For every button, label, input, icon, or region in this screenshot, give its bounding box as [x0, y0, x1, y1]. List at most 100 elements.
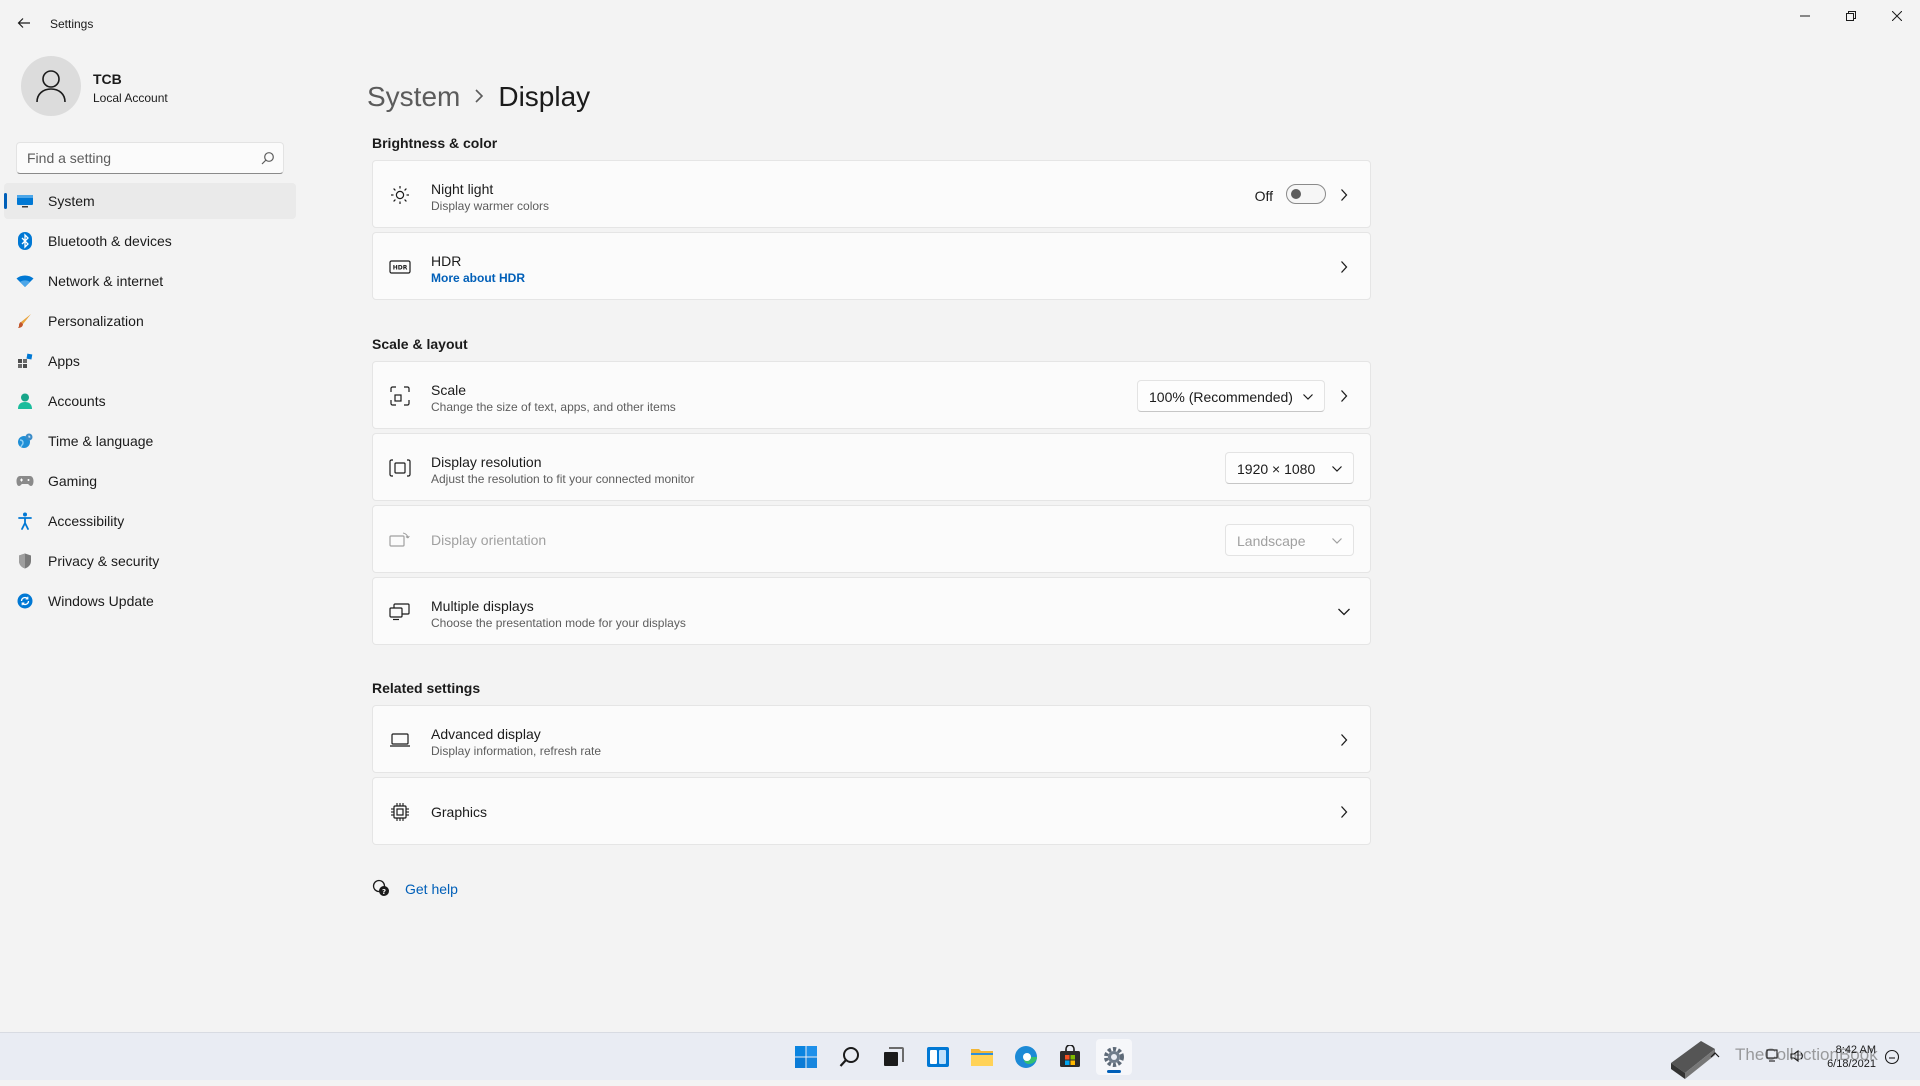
search-icon[interactable] [261, 151, 275, 170]
sidebar-item-apps[interactable]: Apps [4, 343, 296, 379]
start-button[interactable] [788, 1039, 824, 1075]
hdr-card[interactable]: HDR HDR More about HDR [372, 232, 1371, 300]
chevron-down-icon [1331, 462, 1343, 478]
scale-card[interactable]: Scale Change the size of text, apps, and… [372, 361, 1371, 429]
night-light-state: Off [1254, 188, 1273, 204]
chevron-down-icon [1302, 390, 1314, 406]
hdr-icon: HDR [389, 257, 411, 277]
chevron-right-icon [1336, 259, 1352, 275]
shield-icon [16, 552, 34, 570]
scale-subtitle: Change the size of text, apps, and other… [431, 400, 676, 414]
chip-icon [389, 802, 411, 822]
edge-browser-icon [1015, 1046, 1037, 1068]
sidebar-item-windows-update[interactable]: Windows Update [4, 583, 296, 619]
file-explorer-button[interactable] [964, 1039, 1000, 1075]
sidebar-item-network-internet[interactable]: Network & internet [4, 263, 296, 299]
volume-icon[interactable] [1790, 1049, 1806, 1068]
sidebar-item-accounts[interactable]: Accounts [4, 383, 296, 419]
settings-taskbar-button[interactable] [1096, 1039, 1132, 1075]
multiple-displays-icon [389, 602, 411, 622]
sidebar-item-bluetooth-devices[interactable]: Bluetooth & devices [4, 223, 296, 259]
display-resolution-card[interactable]: Display resolution Adjust the resolution… [372, 433, 1371, 501]
sun-icon [389, 185, 411, 205]
sidebar-item-personalization[interactable]: Personalization [4, 303, 296, 339]
search-input[interactable] [17, 143, 247, 173]
scale-icon [389, 386, 411, 406]
multiple-displays-title: Multiple displays [431, 598, 534, 614]
orientation-dropdown: Landscape [1225, 524, 1354, 556]
orientation-icon [389, 530, 411, 550]
apps-icon [16, 352, 34, 370]
night-light-toggle[interactable] [1286, 184, 1326, 204]
resolution-icon [389, 458, 411, 478]
orientation-value: Landscape [1237, 533, 1306, 549]
sidebar-item-system[interactable]: System [4, 183, 296, 219]
multiple-displays-card[interactable]: Multiple displays Choose the presentatio… [372, 577, 1371, 645]
edge-button[interactable] [1008, 1039, 1044, 1075]
clock-time: 8:42 AM [1835, 1044, 1876, 1056]
store-button[interactable] [1052, 1039, 1088, 1075]
svg-text:?: ? [382, 888, 386, 896]
back-arrow-icon [17, 18, 30, 28]
profile-name: TCB [93, 71, 122, 87]
clock-date: 6/18/2021 [1827, 1058, 1876, 1070]
widgets-icon [927, 1047, 949, 1067]
section-scale-layout: Scale & layout [372, 336, 468, 352]
restore-button[interactable] [1828, 0, 1874, 32]
sidebar-item-privacy-security[interactable]: Privacy & security [4, 543, 296, 579]
taskbar-clock[interactable]: 8:42 AM 6/18/2021 [1818, 1043, 1876, 1071]
bluetooth-icon [16, 232, 34, 250]
task-view-button[interactable] [876, 1039, 912, 1075]
advanced-display-subtitle: Display information, refresh rate [431, 744, 602, 758]
breadcrumb: System Display [367, 78, 590, 113]
taskbar: TheCollectionBook 8:42 AM 6/18/2021 [0, 1032, 1920, 1080]
minimize-button[interactable] [1782, 0, 1828, 32]
back-button[interactable] [14, 13, 34, 33]
search-box [16, 142, 284, 174]
notification-icon[interactable] [1884, 1049, 1900, 1070]
night-light-subtitle: Display warmer colors [431, 199, 550, 213]
more-about-hdr-link[interactable]: More about HDR [431, 271, 525, 285]
person-icon [36, 70, 66, 103]
display-resolution-subtitle: Adjust the resolution to fit your connec… [431, 472, 695, 486]
scale-value: 100% (Recommended) [1149, 389, 1293, 405]
multiple-displays-subtitle: Choose the presentation mode for your di… [431, 616, 686, 630]
graphics-card[interactable]: Graphics [372, 777, 1371, 845]
app-title: Settings [50, 17, 94, 31]
windows-logo-icon [795, 1046, 817, 1068]
chevron-up-icon[interactable] [1709, 1048, 1721, 1066]
graphics-title: Graphics [431, 804, 488, 820]
advanced-display-card[interactable]: Advanced display Display information, re… [372, 705, 1371, 773]
store-bag-icon [1060, 1045, 1080, 1067]
hdr-title: HDR [431, 253, 462, 269]
network-icon[interactable] [1766, 1049, 1780, 1068]
chevron-down-icon[interactable] [1336, 604, 1352, 620]
widgets-button[interactable] [920, 1039, 956, 1075]
resolution-dropdown[interactable]: 1920 × 1080 [1225, 452, 1354, 484]
display-orientation-card: Display orientation Landscape [372, 505, 1371, 573]
chevron-right-icon [1336, 732, 1352, 748]
chevron-right-icon [1336, 388, 1352, 404]
section-brightness-color: Brightness & color [372, 135, 498, 151]
scale-dropdown[interactable]: 100% (Recommended) [1137, 380, 1325, 412]
gear-icon [1104, 1047, 1124, 1067]
system-tray: TheCollectionBook [1665, 1033, 1878, 1081]
sidebar-item-gaming[interactable]: Gaming [4, 463, 296, 499]
gamepad-icon [16, 472, 34, 490]
sidebar-item-time-language[interactable]: Time & language [4, 423, 296, 459]
sidebar-item-accessibility[interactable]: Accessibility [4, 503, 296, 539]
chevron-down-icon [1331, 534, 1343, 550]
close-button[interactable] [1874, 0, 1920, 32]
title-bar: Settings [0, 0, 1920, 48]
sidebar-nav: System Bluetooth & devices Network & int… [4, 183, 296, 623]
advanced-display-title: Advanced display [431, 726, 541, 742]
night-light-card[interactable]: Night light Display warmer colors Off [372, 160, 1371, 228]
get-help-link[interactable]: Get help [405, 881, 458, 897]
accessibility-icon [16, 512, 34, 530]
scale-title: Scale [431, 382, 467, 398]
taskbar-search-button[interactable] [832, 1039, 868, 1075]
resolution-value: 1920 × 1080 [1237, 461, 1316, 477]
breadcrumb-system[interactable]: System [367, 81, 460, 112]
search-icon [839, 1047, 859, 1067]
person-icon [16, 392, 34, 410]
